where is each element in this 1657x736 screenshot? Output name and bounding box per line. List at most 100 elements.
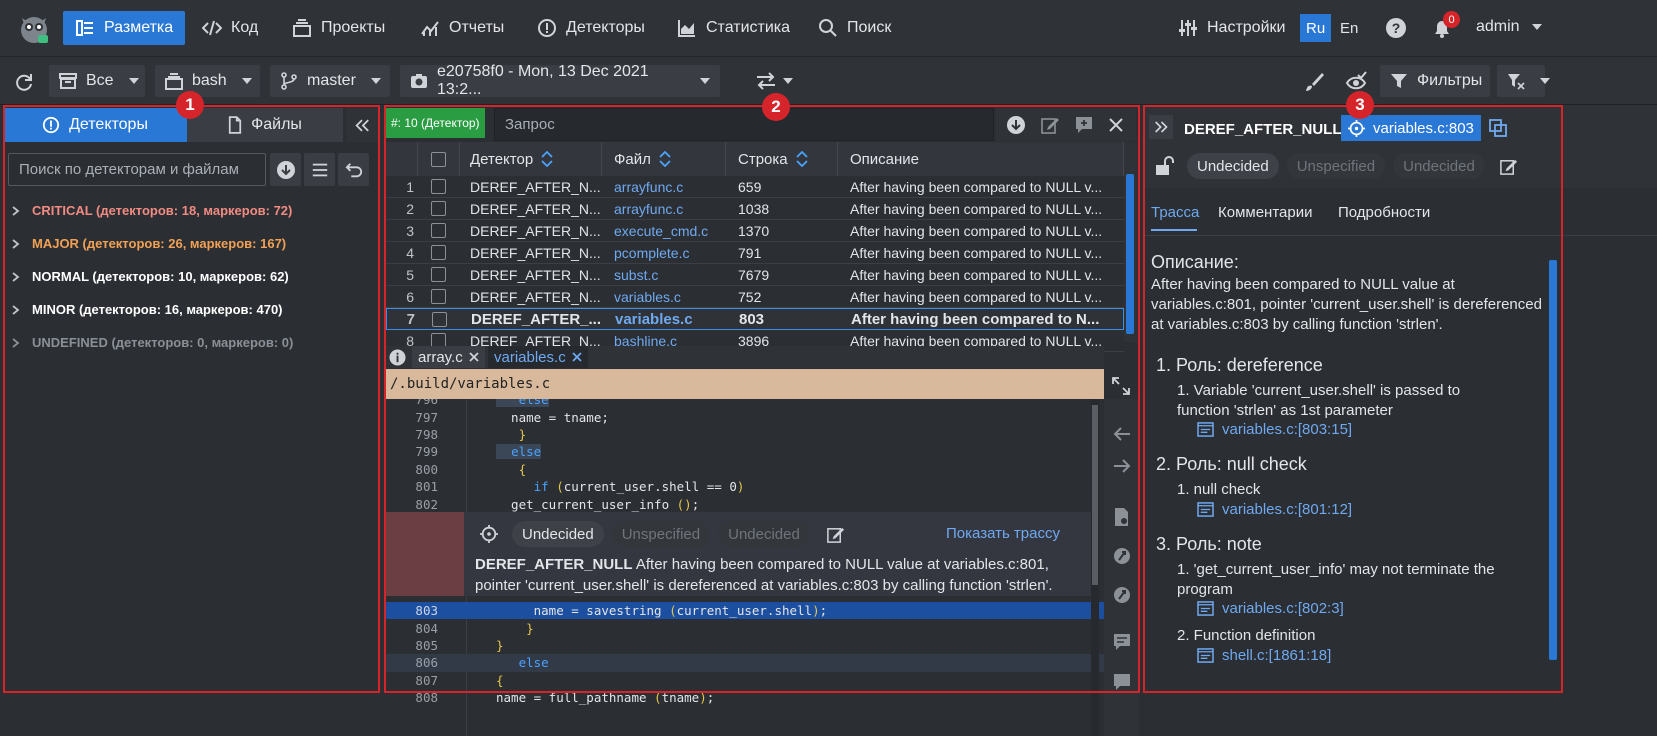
unlock-icon[interactable] — [1154, 156, 1174, 176]
table-scrollbar[interactable] — [1124, 142, 1137, 342]
issue-location-button[interactable]: variables.c:803 — [1341, 115, 1481, 141]
brush-icon[interactable] — [1303, 71, 1325, 93]
status-undecided[interactable]: Undecided — [1187, 153, 1279, 179]
help-icon[interactable]: ? — [1385, 17, 1407, 39]
tree-item-critical[interactable]: CRITICAL (детекторов: 18, маркеров: 72) — [12, 203, 292, 218]
row-file[interactable]: arrayfunc.c — [614, 201, 732, 217]
column-line-header[interactable]: Строка — [726, 142, 838, 176]
crosshair-icon[interactable] — [480, 525, 498, 543]
detector-search-input[interactable]: Поиск по детекторам и файлам — [8, 153, 266, 186]
row-checkbox[interactable] — [431, 289, 446, 304]
row-checkbox[interactable] — [431, 267, 446, 282]
comment-badge-icon[interactable] — [1113, 673, 1131, 691]
tree-item-major[interactable]: MAJOR (детекторов: 26, маркеров: 167) — [12, 236, 286, 251]
close-icon[interactable] — [1108, 117, 1124, 133]
column-file-header[interactable]: Файл — [602, 142, 726, 176]
code-scrollbar[interactable] — [1091, 399, 1099, 736]
row-file[interactable]: arrayfunc.c — [614, 179, 732, 195]
user-menu[interactable]: admin — [1476, 18, 1542, 36]
filters-button[interactable]: Фильтры — [1380, 65, 1490, 97]
nav-settings[interactable]: Настройки — [1166, 11, 1297, 45]
nav-reports[interactable]: Отчеты — [408, 11, 516, 45]
arrow-left-icon[interactable] — [1113, 425, 1131, 443]
edit-icon[interactable] — [1498, 156, 1518, 176]
nav-markup[interactable]: Разметка — [63, 11, 186, 45]
reset-button[interactable] — [338, 153, 369, 186]
close-icon[interactable] — [469, 352, 479, 362]
table-row[interactable]: 2 DEREF_AFTER_N... arrayfunc.c 1038 After ha… — [386, 198, 1124, 220]
rocket-icon[interactable] — [1113, 546, 1131, 566]
table-row[interactable]: 1 DEREF_AFTER_N... arrayfunc.c 659 After hav… — [386, 176, 1124, 198]
column-detector-header[interactable]: Детектор — [460, 142, 602, 176]
clear-filters-button[interactable] — [1497, 65, 1550, 97]
list-view-button[interactable] — [304, 153, 335, 186]
edit-icon[interactable] — [1040, 115, 1060, 135]
row-checkbox[interactable] — [431, 245, 446, 260]
tab-comments[interactable]: Комментарии — [1218, 204, 1312, 221]
query-tag[interactable]: #: 10 (Детектор) — [386, 108, 485, 138]
tab-details[interactable]: Подробности — [1338, 204, 1430, 221]
table-row[interactable]: 4 DEREF_AFTER_N... pcomplete.c 791 After hav… — [386, 242, 1124, 264]
copy-link-icon[interactable] — [1489, 119, 1507, 137]
row-file[interactable]: variables.c — [614, 289, 732, 305]
row-file[interactable]: variables.c — [615, 311, 733, 328]
trace-location-link[interactable]: shell.c:[1861:18] — [1197, 647, 1331, 664]
nav-detectors[interactable]: Детекторы — [525, 11, 657, 45]
collapse-panel-button[interactable] — [346, 108, 378, 142]
table-row[interactable]: 7 DEREF_AFTER_... variables.c 803 After havi… — [386, 308, 1124, 330]
edit-icon[interactable] — [826, 525, 845, 544]
table-row[interactable]: 5 DEREF_AFTER_N... subst.c 7679 After having… — [386, 264, 1124, 286]
scope-select[interactable]: Все — [49, 65, 145, 97]
project-select[interactable]: bash — [155, 65, 260, 97]
rocket-alt-icon[interactable] — [1113, 585, 1131, 605]
app-logo[interactable] — [14, 8, 54, 48]
select-all-checkbox[interactable] — [418, 142, 460, 176]
table-row[interactable]: 3 DEREF_AFTER_N... execute_cmd.c 1370 After … — [386, 220, 1124, 242]
row-checkbox[interactable] — [431, 179, 446, 194]
row-checkbox[interactable] — [431, 201, 446, 216]
comment-icon[interactable] — [1113, 633, 1131, 651]
nav-search[interactable]: Поиск — [806, 11, 903, 45]
tree-item-normal[interactable]: NORMAL (детекторов: 10, маркеров: 62) — [12, 269, 289, 284]
inline-status-undecided-2[interactable]: Undecided — [718, 521, 810, 547]
nav-projects[interactable]: Проекты — [280, 11, 397, 45]
scrollbar-thumb[interactable] — [1126, 174, 1134, 334]
nav-code[interactable]: Код — [190, 11, 270, 45]
nav-statistics[interactable]: Статистика — [665, 11, 802, 45]
tree-item-minor[interactable]: MINOR (детекторов: 16, маркеров: 470) — [12, 302, 283, 317]
arrow-right-icon[interactable] — [1113, 457, 1131, 475]
trace-location-link[interactable]: variables.c:[802:3] — [1197, 600, 1344, 617]
row-file[interactable]: subst.c — [614, 267, 732, 283]
expand-panel-button[interactable] — [1149, 115, 1173, 139]
commit-select[interactable]: e20758f0 - Mon, 13 Dec 2021 13:2... — [400, 63, 720, 98]
file-search-icon[interactable] — [1113, 507, 1131, 527]
tab-files[interactable]: Файлы — [187, 108, 343, 142]
lang-en-button[interactable]: En — [1334, 14, 1364, 42]
expand-icon[interactable] — [1112, 377, 1130, 395]
tab-detectors[interactable]: Детекторы — [3, 108, 187, 142]
status-unspecified[interactable]: Unspecified — [1286, 153, 1386, 179]
trace-location-link[interactable]: variables.c:[803:15] — [1197, 421, 1352, 438]
eye-check-icon[interactable] — [1345, 71, 1367, 93]
inline-status-undecided[interactable]: Undecided — [512, 521, 604, 547]
lang-ru-button[interactable]: Ru — [1300, 14, 1332, 42]
tab-trace[interactable]: Трасса — [1151, 204, 1199, 221]
download-circle-icon[interactable] — [1006, 115, 1026, 135]
branch-select[interactable]: master — [270, 65, 390, 97]
info-icon[interactable] — [388, 348, 406, 366]
tree-item-undefined[interactable]: UNDEFINED (детекторов: 0, маркеров: 0) — [12, 335, 293, 350]
row-checkbox[interactable] — [431, 223, 446, 238]
comment-add-icon[interactable] — [1074, 115, 1094, 135]
compare-menu[interactable] — [752, 71, 796, 91]
row-checkbox[interactable] — [432, 312, 447, 327]
status-undecided-2[interactable]: Undecided — [1393, 153, 1485, 179]
trace-location-link[interactable]: variables.c:[801:12] — [1197, 501, 1352, 518]
file-tab-array[interactable]: array.c — [412, 346, 485, 368]
close-icon[interactable] — [572, 352, 582, 362]
refresh-icon[interactable] — [14, 72, 34, 92]
file-tab-variables[interactable]: variables.c — [488, 346, 588, 368]
inline-status-unspecified[interactable]: Unspecified — [611, 521, 711, 547]
table-row[interactable]: 6 DEREF_AFTER_N... variables.c 752 After hav… — [386, 286, 1124, 308]
row-file[interactable]: execute_cmd.c — [614, 223, 732, 239]
show-trace-link[interactable]: Показать трассу — [946, 525, 1060, 542]
